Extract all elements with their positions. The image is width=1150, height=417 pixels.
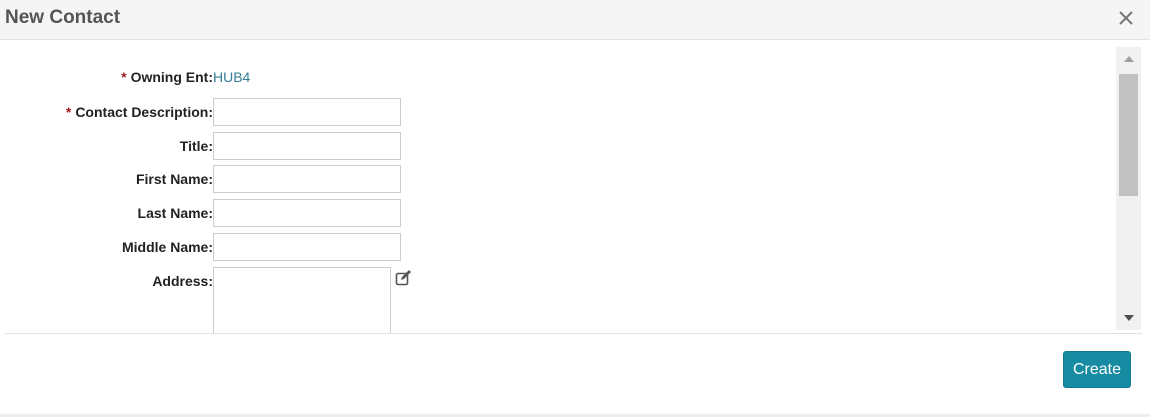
first-name-input[interactable] <box>213 165 401 193</box>
edit-address-button[interactable] <box>395 269 415 289</box>
address-textarea[interactable] <box>213 267 391 333</box>
form-body: * Owning Ent: HUB4 * Contact Description: … <box>5 47 1116 333</box>
dialog-header: New Contact <box>0 0 1150 40</box>
scroll-up-button[interactable] <box>1116 47 1141 71</box>
owning-ent-value[interactable]: HUB4 <box>213 69 250 85</box>
vertical-scrollbar[interactable] <box>1116 47 1141 330</box>
last-name-label: Last Name: <box>137 205 213 221</box>
close-button[interactable] <box>1113 5 1139 31</box>
contact-description-input[interactable] <box>213 98 401 126</box>
scrollbar-thumb[interactable] <box>1119 74 1138 196</box>
middle-name-label: Middle Name: <box>121 239 213 255</box>
last-name-input[interactable] <box>213 199 401 227</box>
title-label: Title: <box>179 138 213 154</box>
owning-ent-label-text: Owning Ent: <box>130 69 213 85</box>
contact-description-label-text: Contact Description: <box>75 104 213 120</box>
first-name-label: First Name: <box>135 171 213 187</box>
middle-name-input[interactable] <box>213 233 401 261</box>
required-mark: * <box>121 69 127 85</box>
title-input[interactable] <box>213 132 401 160</box>
scroll-down-button[interactable] <box>1116 306 1141 330</box>
dialog-title: New Contact <box>5 7 121 28</box>
close-icon <box>1119 11 1133 25</box>
address-label: Address: <box>152 273 213 289</box>
edit-icon <box>395 270 411 286</box>
new-contact-dialog: New Contact * Owning Ent: HUB4 * Contact D… <box>0 0 1150 417</box>
owning-ent-label: * Owning Ent: <box>121 69 213 85</box>
contact-description-label: * Contact Description: <box>66 104 213 120</box>
create-button[interactable]: Create <box>1063 351 1131 388</box>
scroll-up-arrow-icon <box>1123 56 1134 62</box>
footer-divider <box>5 333 1142 334</box>
required-mark: * <box>65 104 72 120</box>
scroll-down-arrow-icon <box>1123 315 1134 321</box>
